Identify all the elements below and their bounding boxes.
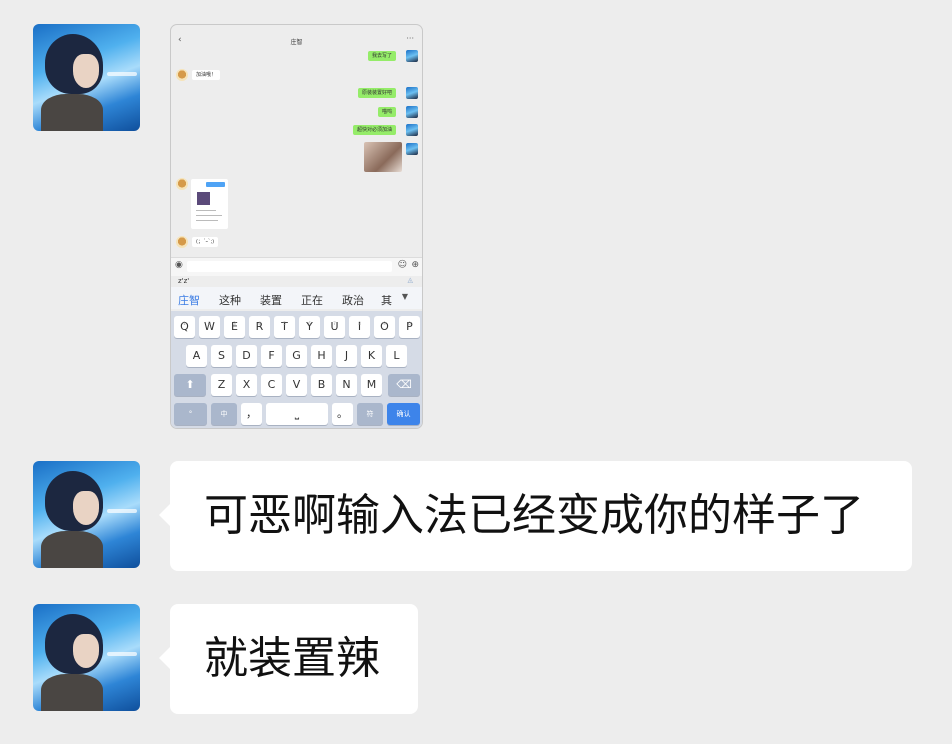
avatar-sea-glint [107,652,137,656]
chat-bubble-me: 喵呜 [377,107,396,117]
chat-bubble[interactable]: 就装置辣 [159,604,418,714]
key-j: J [336,345,357,367]
ime-candidate: 政治 [342,294,364,307]
chevron-down-icon: ▼ [401,292,408,301]
key-p: 0P [399,316,420,338]
avatar-shirt [41,531,103,568]
ime-candidate: 庄智 [178,294,200,307]
ime-candidate: 其 [381,294,392,307]
comma-key: ， [241,403,262,425]
photo-message [364,142,402,172]
key-c: C [261,374,282,396]
avatar [406,87,418,99]
chat-bubble-me: 超快对必须加油 [352,125,396,135]
key-h: H [311,345,332,367]
avatar[interactable] [33,24,140,131]
card-tag [206,182,225,187]
avatar [176,69,188,81]
symbol-key: ° [174,403,207,425]
card-image [197,192,210,205]
key-t: 5T [274,316,295,338]
key-v: V [286,374,307,396]
key-n: N [336,374,357,396]
message-input-bar: ◉ ☺ ⊕ [171,257,422,276]
enter-key: 确认 [387,403,420,425]
ime-composition: z'z' [178,277,190,285]
period-key: 。 [332,403,353,425]
voice-icon: ◉ [175,260,183,270]
key-i: 8I [349,316,370,338]
ime-candidate: 装置 [260,294,282,307]
avatar-face [73,634,99,668]
key-r: 4R [249,316,270,338]
emoji-icon: ☺ [397,260,407,270]
avatar[interactable] [33,604,140,711]
ime-keyboard: 1Q 2W 3E 4R 5T 6Y 7U 8I 9O 0P A S D F G … [171,311,422,428]
key-s: S [211,345,232,367]
key-k: K [361,345,382,367]
avatar-sea-glint [107,72,137,76]
ime-candidate: 这种 [219,294,241,307]
avatar-sea-glint [107,509,137,513]
symbols-key: 符 [357,403,383,425]
avatar [176,178,188,190]
chat-bubble[interactable]: 可恶啊输入法已经变成你的样子了 [159,461,912,571]
avatar [176,236,188,248]
message-input [187,261,392,272]
avatar[interactable] [33,461,140,568]
key-e: 3E [224,316,245,338]
more-icon: ··· [406,34,414,43]
language-key: 中 [211,403,237,425]
backspace-key: ⌫ [388,374,420,396]
key-g: G [286,345,307,367]
chat-bubble-me: 我去写了 [367,51,396,61]
chat-title: 庄智 [290,39,303,46]
key-o: 9O [374,316,395,338]
key-m: M [361,374,382,396]
key-a: A [186,345,207,367]
ime-candidate: 正在 [301,294,323,307]
avatar [406,106,418,118]
key-q: 1Q [174,316,195,338]
avatar-shirt [41,94,103,131]
ime-candidate-bar: 庄智 这种 装置 正在 政治 其 ▼ [171,287,422,309]
key-b: B [311,374,332,396]
key-z: Z [211,374,232,396]
chat-bubble-me: 原装装置好吧 [357,88,396,98]
key-l: L [386,345,407,367]
shift-key: ⬆ [174,374,206,396]
key-w: 2W [199,316,220,338]
avatar [406,50,418,62]
avatar-face [73,491,99,525]
key-x: X [236,374,257,396]
space-key: ⎵ [266,403,328,425]
mic-icon: ◬ [407,276,413,284]
card-line [196,210,216,211]
avatar-shirt [41,674,103,711]
image-message-screenshot[interactable]: ‹ 庄智 ··· 我去写了 加油哦！ 原装装置好吧 喵呜 超快对必须加油 (；´… [170,24,423,429]
chat-bubble-other: 加油哦！ [192,70,221,80]
key-f: F [261,345,282,367]
plus-icon: ⊕ [411,260,419,270]
key-d: D [236,345,257,367]
avatar [406,124,418,136]
card-line [196,220,218,221]
key-y: 6Y [299,316,320,338]
chat-bubble-other: (；´ｰ`;) [192,237,219,247]
forwarded-card [191,179,228,229]
key-u: 7U [324,316,345,338]
avatar-face [73,54,99,88]
card-line [196,215,222,216]
avatar [406,143,418,155]
